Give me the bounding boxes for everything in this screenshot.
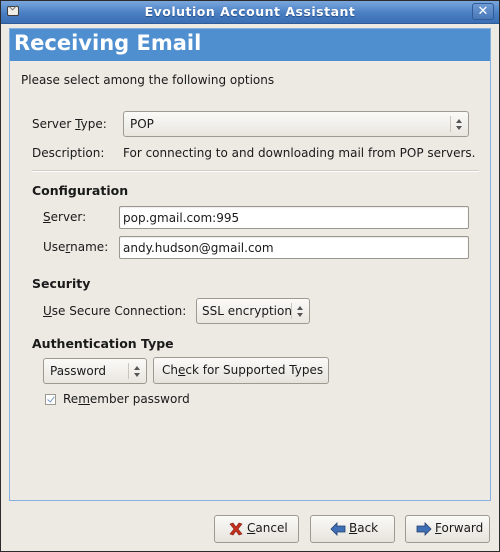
server-label: Server:: [43, 210, 87, 224]
combo-separator: [128, 363, 129, 379]
check-supported-types-label: Check for Supported Types: [162, 363, 324, 377]
close-button[interactable]: ✕: [472, 3, 494, 20]
cancel-icon: [229, 522, 243, 536]
back-button[interactable]: Back: [310, 515, 395, 543]
security-heading: Security: [32, 276, 91, 291]
assistant-page: Receiving Email Please select among the …: [9, 28, 491, 501]
server-type-combo[interactable]: POP: [123, 111, 469, 137]
forward-arrow-icon: [416, 522, 432, 536]
check-supported-types-button[interactable]: Check for Supported Types: [153, 357, 329, 384]
forward-label: Forward: [435, 521, 484, 535]
divider: [32, 170, 479, 172]
description-label: Description:: [32, 146, 105, 160]
combo-arrows-icon: [132, 363, 142, 379]
back-label: Back: [349, 521, 379, 535]
secure-connection-combo[interactable]: SSL encryption: [196, 298, 310, 324]
cancel-button[interactable]: Cancel: [214, 515, 299, 543]
server-type-value: POP: [130, 117, 154, 131]
server-type-label: Server Type:: [32, 117, 107, 131]
secure-connection-label: Use Secure Connection:: [43, 304, 187, 318]
page-header: Receiving Email: [10, 29, 490, 61]
combo-separator: [291, 303, 292, 319]
dialog-window: Evolution Account Assistant ✕ Receiving …: [0, 0, 500, 552]
cancel-label: Cancel: [247, 521, 288, 535]
username-input[interactable]: [123, 239, 463, 256]
combo-arrows-icon: [454, 116, 464, 132]
forward-button[interactable]: Forward: [405, 515, 490, 543]
page-title: Receiving Email: [14, 31, 202, 55]
configuration-heading: Configuration: [32, 183, 129, 198]
combo-arrows-icon: [295, 303, 305, 319]
remember-password-label[interactable]: Remember password: [63, 392, 190, 406]
server-field[interactable]: [119, 206, 469, 229]
combo-separator: [450, 116, 451, 132]
authentication-heading: Authentication Type: [32, 336, 174, 351]
username-field[interactable]: [119, 236, 469, 259]
auth-type-value: Password: [50, 364, 107, 378]
description-text: For connecting to and downloading mail f…: [123, 146, 476, 160]
back-arrow-icon: [330, 522, 346, 536]
intro-text: Please select among the following option…: [21, 73, 275, 87]
server-input[interactable]: [123, 209, 463, 226]
close-icon: ✕: [477, 4, 489, 19]
username-label: Username:: [43, 240, 109, 254]
auth-type-combo[interactable]: Password: [43, 358, 147, 384]
remember-password-checkbox[interactable]: [45, 394, 56, 405]
title-bar[interactable]: Evolution Account Assistant ✕: [1, 1, 499, 24]
window-title: Evolution Account Assistant: [144, 4, 356, 19]
secure-connection-value: SSL encryption: [202, 304, 292, 318]
